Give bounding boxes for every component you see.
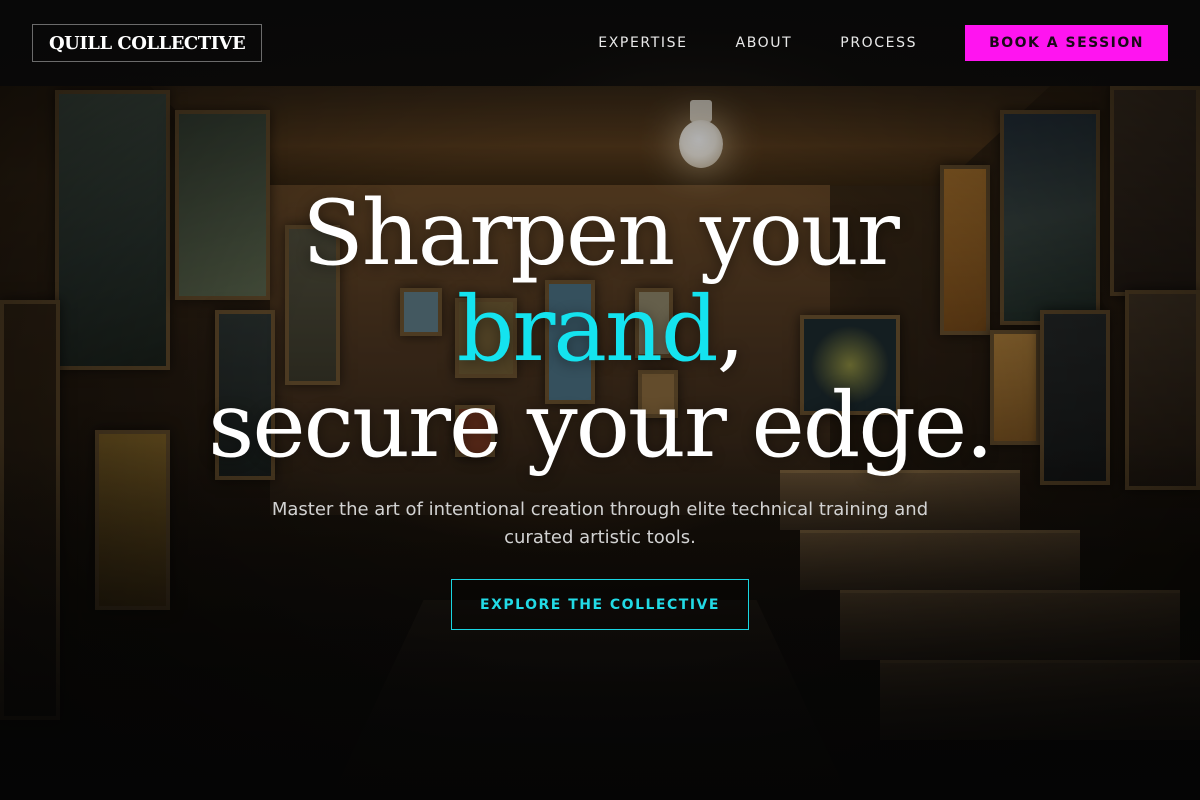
headline-comma: , — [716, 277, 746, 382]
nav-link-about[interactable]: ABOUT — [736, 35, 793, 51]
top-navbar: QUILL COLLECTIVE EXPERTISE ABOUT PROCESS… — [0, 0, 1200, 86]
hero-section: Sharpen your brand, secure your edge. Ma… — [0, 86, 1200, 800]
hero-subtitle: Master the art of intentional creation t… — [271, 499, 929, 548]
headline-line-2: brand, — [0, 282, 1200, 378]
nav-link-process[interactable]: PROCESS — [840, 35, 917, 51]
explore-collective-button[interactable]: EXPLORE THE COLLECTIVE — [451, 579, 749, 630]
brand-logo[interactable]: QUILL COLLECTIVE — [32, 24, 263, 62]
headline-line-1: Sharpen your — [302, 181, 900, 286]
book-session-button[interactable]: BOOK A SESSION — [965, 25, 1168, 61]
headline-line-3: secure your edge. — [208, 373, 994, 478]
headline-accent-word: brand — [456, 277, 719, 382]
primary-nav: EXPERTISE ABOUT PROCESS BOOK A SESSION — [598, 25, 1168, 61]
hero-headline: Sharpen your brand, secure your edge. — [0, 186, 1200, 474]
nav-link-expertise[interactable]: EXPERTISE — [598, 35, 687, 51]
